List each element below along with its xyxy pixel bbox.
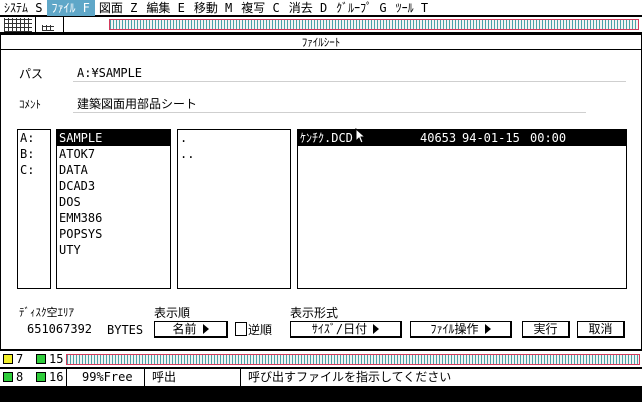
folder-item[interactable]: DCAD3 xyxy=(57,178,170,194)
folder-item[interactable]: SAMPLE xyxy=(57,130,170,146)
subdir-item[interactable]: .. xyxy=(178,146,290,162)
status-message: 呼び出すファイルを指示してください xyxy=(248,370,452,384)
status-ruler-bar xyxy=(66,354,640,365)
file-list[interactable]: ｹﾝﾁｸ.DCD 40653 94-01-15 00:00 xyxy=(297,129,627,289)
subdir-item[interactable]: . xyxy=(178,130,290,146)
subdir-list[interactable]: . .. xyxy=(177,129,291,289)
file-size: 40653 xyxy=(420,131,457,145)
triangle-right-icon xyxy=(202,324,209,334)
ruler-bar xyxy=(109,19,639,30)
menu-edit[interactable]: 編集 E xyxy=(142,0,189,16)
small-grid-cell[interactable] xyxy=(35,17,61,33)
disk-free-unit: BYTES xyxy=(107,323,144,337)
display-format-value: ｻｲｽﾞ/日付 xyxy=(311,322,368,336)
layer-extra: 15 xyxy=(49,352,64,366)
execute-button[interactable]: 実行 xyxy=(522,321,570,338)
strip-cell xyxy=(63,17,107,33)
folder-list[interactable]: SAMPLE ATOK7 DATA DCAD3 DOS EMM386 POPSY… xyxy=(56,129,171,289)
triangle-right-icon xyxy=(373,324,380,334)
green-indicator-icon[interactable] xyxy=(36,354,46,364)
divider xyxy=(240,369,241,386)
status-row-1: 7 15 xyxy=(0,351,642,368)
reverse-checkbox[interactable] xyxy=(235,322,247,336)
yellow-indicator-icon[interactable] xyxy=(3,354,13,364)
path-label: パス xyxy=(19,67,44,81)
menu-tools[interactable]: ﾂｰﾙ T xyxy=(392,0,433,16)
menu-bar: ｼｽﾃﾑ S ﾌｧｲﾙ F 図面 Z 編集 E 移動 M 複写 C 消去 D ｸ… xyxy=(0,0,642,16)
folder-item[interactable]: DOS xyxy=(57,194,170,210)
drive-item-c[interactable]: C: xyxy=(18,162,50,178)
green-indicator-icon[interactable] xyxy=(36,372,46,382)
pen-value: 8 xyxy=(16,370,24,384)
menu-group[interactable]: ｸﾞﾙｰﾌﾟ G xyxy=(332,0,391,16)
mode-text: 呼出 xyxy=(152,370,177,384)
disk-free-value: 651067392 xyxy=(23,321,105,337)
file-row[interactable]: ｹﾝﾁｸ.DCD 40653 94-01-15 00:00 xyxy=(298,130,626,146)
menu-copy[interactable]: 複写 C xyxy=(237,0,284,16)
folder-item[interactable]: EMM386 xyxy=(57,210,170,226)
drive-list[interactable]: A: B: C: xyxy=(17,129,51,289)
file-sheet-dialog: ﾌｧｲﾙｼｰﾄ パス A:¥SAMPLE ｺﾒﾝﾄ 建築図面用部品シート A: … xyxy=(0,34,642,350)
comment-label: ｺﾒﾝﾄ xyxy=(19,98,41,111)
mouse-cursor-icon xyxy=(355,128,367,144)
small-grid-icon xyxy=(42,25,54,31)
sort-order-value: 名前 xyxy=(172,322,197,336)
status-row-2: 8 16 99%Free 呼出 呼び出すファイルを指示してください xyxy=(0,369,642,386)
green-indicator-icon[interactable] xyxy=(3,372,13,382)
triangle-right-icon xyxy=(484,324,491,334)
sort-label: 表示順 xyxy=(154,306,191,320)
divider xyxy=(144,369,145,386)
dialog-title: ﾌｧｲﾙｼｰﾄ xyxy=(1,35,641,50)
file-time: 00:00 xyxy=(530,131,567,145)
display-format-button[interactable]: ｻｲｽﾞ/日付 xyxy=(290,321,402,338)
path-field[interactable]: A:¥SAMPLE xyxy=(73,65,626,82)
folder-item[interactable]: DATA xyxy=(57,162,170,178)
grid-icon[interactable] xyxy=(4,18,32,32)
drive-item-b[interactable]: B: xyxy=(18,146,50,162)
format-label: 表示形式 xyxy=(290,306,339,320)
folder-item[interactable]: ATOK7 xyxy=(57,146,170,162)
pen-extra: 16 xyxy=(49,370,64,384)
memory-free-text: 99%Free xyxy=(82,370,133,384)
disk-free-label: ﾃﾞｨｽｸ空ｴﾘｱ xyxy=(19,306,74,319)
file-date: 94-01-15 xyxy=(462,131,520,145)
menu-move[interactable]: 移動 M xyxy=(190,0,237,16)
reverse-label: 逆順 xyxy=(248,323,273,337)
menu-system[interactable]: ｼｽﾃﾑ S xyxy=(0,0,47,16)
cancel-button[interactable]: 取消 xyxy=(577,321,625,338)
comment-field[interactable]: 建築図面用部品シート xyxy=(73,96,586,113)
folder-item[interactable]: POPSYS xyxy=(57,226,170,242)
layer-value: 7 xyxy=(16,352,24,366)
file-operations-label: ﾌｧｲﾙ操作 xyxy=(430,322,479,336)
menu-delete[interactable]: 消去 D xyxy=(285,0,332,16)
tool-strip xyxy=(0,17,642,33)
menu-file[interactable]: ﾌｧｲﾙ F xyxy=(47,0,95,16)
divider xyxy=(66,369,67,386)
file-operations-button[interactable]: ﾌｧｲﾙ操作 xyxy=(410,321,512,338)
menu-drawing[interactable]: 図面 Z xyxy=(95,0,142,16)
drive-item-a[interactable]: A: xyxy=(18,130,50,146)
folder-item[interactable]: UTY xyxy=(57,242,170,258)
sort-order-button[interactable]: 名前 xyxy=(154,321,228,338)
